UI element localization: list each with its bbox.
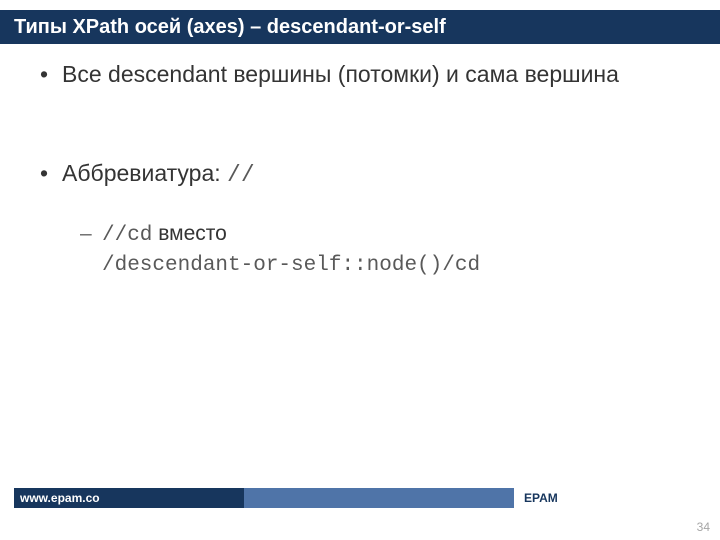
footer-url: www.epam.co [14,488,244,508]
footer: www.epam.co EPAM [14,488,706,508]
code-inline: // [227,162,255,188]
sub-bullet-list: //cd вместо /descendant-or-self::node()/… [62,220,680,281]
page-number: 34 [697,520,710,534]
bullet-list: Все descendant вершины (потомки) и сама … [40,60,680,280]
footer-brand-text: EPAM [524,491,558,505]
slide-content: Все descendant вершины (потомки) и сама … [0,56,720,350]
slide-title: Типы XPath осей (axes) – descendant-or-s… [0,10,720,44]
footer-divider [244,488,514,508]
slide: Типы XPath осей (axes) – descendant-or-s… [0,0,720,540]
footer-url-text: www.epam.co [20,491,100,505]
sub-bullet-item: //cd вместо /descendant-or-self::node()/… [74,220,680,281]
slide-title-text: Типы XPath осей (axes) – descendant-or-s… [14,16,446,39]
bullet-item: Аббревиатура: // //cd вместо /descendant… [40,159,680,280]
bullet-text: вместо [152,222,226,245]
bullet-text: Все descendant вершины (потомки) и сама … [62,61,619,87]
bullet-text: Аббревиатура: [62,160,227,186]
bullet-item: Все descendant вершины (потомки) и сама … [40,60,680,89]
code-inline: /descendant-or-self::node()/cd [102,254,480,277]
footer-brand: EPAM [514,488,706,508]
code-inline: //cd [102,224,152,247]
